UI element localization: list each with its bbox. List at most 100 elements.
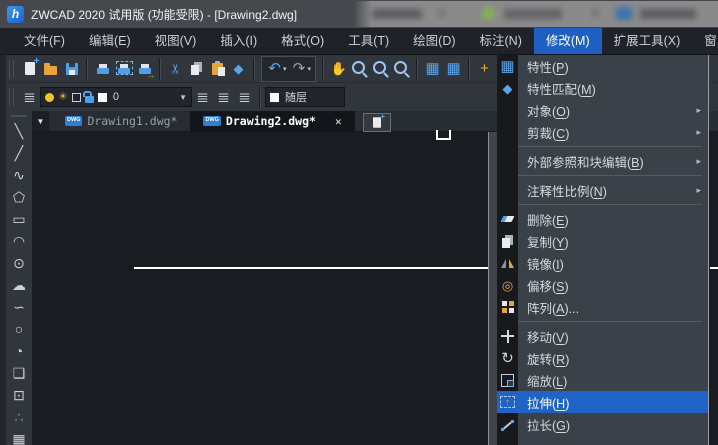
menu-item-mirror[interactable]: 镜像(I)	[497, 252, 708, 274]
partial-plus-button[interactable]: +	[474, 58, 495, 80]
cut-button[interactable]: ✂	[165, 58, 186, 80]
new-button[interactable]	[19, 58, 40, 80]
menu-separator	[497, 318, 708, 325]
menu-item-object[interactable]: 对象(O)▸	[497, 99, 708, 121]
layer-unlock-icon[interactable]	[85, 96, 94, 103]
toolbar-grip[interactable]	[11, 115, 27, 117]
point-tool-button[interactable]: ∴	[8, 406, 30, 428]
new-drawing-button[interactable]	[363, 113, 391, 132]
hatch-tool-button[interactable]: ▦	[8, 428, 30, 445]
make-block-tool-button[interactable]: ⊡	[8, 384, 30, 406]
blurred-mark	[438, 9, 445, 17]
color-combo[interactable]: 随层	[265, 87, 345, 107]
rectangle-tool-button[interactable]: ▭	[8, 208, 30, 230]
menu-item-erase[interactable]: 删除(E)	[497, 208, 708, 230]
toolbar-separator	[86, 58, 88, 80]
tab-list-button[interactable]: ▼	[32, 111, 49, 131]
polyline-tool-button[interactable]: ∿	[8, 164, 30, 186]
menu-item-match-properties[interactable]: ◆特性匹配(M)	[497, 77, 708, 99]
ellipse-arc-icon: ◔	[15, 344, 23, 358]
revcloud-tool-button[interactable]: ☁	[8, 274, 30, 296]
menubar-item-draw[interactable]: 绘图(D)	[401, 28, 467, 54]
array-icon	[502, 301, 507, 306]
tab-drawing2[interactable]: DWG Drawing2.dwg* ✕	[190, 111, 354, 131]
layer-plot-icon[interactable]	[72, 93, 81, 102]
properties-button[interactable]: ▦	[422, 58, 443, 80]
ellipse-tool-button[interactable]: ○	[8, 318, 30, 340]
paste-button[interactable]	[207, 58, 228, 80]
drawn-partial-rectangle[interactable]	[436, 130, 451, 140]
layer-states-icon[interactable]: ≣	[192, 86, 213, 108]
menu-item-stretch[interactable]: ↑拉伸(H)	[497, 391, 708, 413]
menubar-item-edit[interactable]: 编辑(E)	[77, 28, 143, 54]
spline-tool-button[interactable]: ∽	[8, 296, 30, 318]
layer-properties-icon[interactable]: ≣	[19, 86, 40, 108]
copy-button[interactable]	[186, 58, 207, 80]
zoom-window-icon	[373, 61, 386, 74]
stretch-icon: ↑	[497, 391, 518, 413]
menubar-item-insert[interactable]: 插入(I)	[208, 28, 269, 54]
pan-button[interactable]: ✋	[328, 58, 349, 80]
match-properties-button[interactable]: ◆	[228, 58, 249, 80]
layer-thaw-icon[interactable]: ☀	[58, 92, 68, 103]
menu-item-properties[interactable]: ▦特性(P)	[497, 55, 708, 77]
menu-item-copy[interactable]: 复制(Y)	[497, 230, 708, 252]
tab-label: Drawing1.dwg*	[87, 114, 177, 128]
menu-item-xref-block-edit[interactable]: 外部参照和块编辑(B)▸	[497, 150, 708, 172]
canvas-vertical-scrollbar[interactable]	[488, 132, 497, 445]
layer-manager-icon[interactable]: ≣	[213, 86, 234, 108]
menu-item-lengthen[interactable]: 拉长(G)	[497, 413, 708, 435]
menu-item-clip[interactable]: 剪裁(C)▸	[497, 121, 708, 143]
tab-label: Drawing2.dwg*	[226, 114, 316, 128]
menu-item-array[interactable]: 阵列(A)...	[497, 296, 708, 318]
redo-button[interactable]: ↷	[289, 58, 310, 80]
insert-block-tool-button[interactable]: ❏	[8, 362, 30, 384]
quick-calc-button[interactable]: ▦	[443, 58, 464, 80]
arc-icon: ◠	[13, 234, 25, 248]
print-preview-button[interactable]	[113, 58, 134, 80]
menubar-item-file[interactable]: 文件(F)	[12, 28, 77, 54]
menubar-item-view[interactable]: 视图(V)	[143, 28, 209, 54]
tab-drawing1[interactable]: DWG Drawing1.dwg*	[52, 111, 190, 131]
layer-isolate-icon[interactable]: ≣	[234, 86, 255, 108]
plot-button[interactable]	[134, 58, 155, 80]
undo-button[interactable]: ↶	[264, 58, 285, 80]
menubar-item-dimension[interactable]: 标注(N)	[468, 28, 534, 54]
layer-combo[interactable]: ☀ 0 ▼	[40, 87, 192, 107]
line-tool-button[interactable]: ╲	[8, 120, 30, 142]
print-button[interactable]	[92, 58, 113, 80]
circle-icon: ⊙	[13, 256, 25, 270]
menubar-item-tools[interactable]: 工具(T)	[336, 28, 401, 54]
menu-item-move[interactable]: 移动(V)	[497, 325, 708, 347]
menu-item-label: 复制(Y)	[518, 232, 708, 251]
menubar-item-express-tools[interactable]: 扩展工具(X)	[602, 28, 693, 54]
menu-separator	[497, 172, 708, 179]
redo-icon: ↷	[293, 61, 306, 76]
menubar-item-modify[interactable]: 修改(M)	[534, 28, 602, 54]
rotate-icon: ↻	[501, 351, 514, 366]
menubar-item-window[interactable]: 窗口(W)	[692, 28, 718, 54]
undo-icon: ↶	[268, 61, 281, 76]
layer-on-icon[interactable]	[45, 93, 54, 102]
zoom-realtime-button[interactable]	[349, 58, 370, 80]
ellipse-arc-tool-button[interactable]: ◔	[8, 340, 30, 362]
menu-item-annotative-scale[interactable]: 注释性比例(N)▸	[497, 179, 708, 201]
arc-tool-button[interactable]: ◠	[8, 230, 30, 252]
xline-tool-button[interactable]: ╱	[8, 142, 30, 164]
chevron-down-icon[interactable]: ▼	[173, 93, 187, 102]
close-tab-icon[interactable]: ✕	[335, 115, 342, 128]
toolbar-grip[interactable]	[9, 60, 14, 78]
menu-item-rotate[interactable]: ↻旋转(R)	[497, 347, 708, 369]
save-button[interactable]	[61, 58, 82, 80]
polygon-tool-button[interactable]: ⬠	[8, 186, 30, 208]
menubar-item-format[interactable]: 格式(O)	[269, 28, 336, 54]
zoom-window-button[interactable]	[370, 58, 391, 80]
menu-item-scale[interactable]: 缩放(L)	[497, 369, 708, 391]
menu-item-label: 阵列(A)...	[518, 298, 708, 317]
toolbar-grip[interactable]	[9, 88, 14, 106]
open-button[interactable]	[40, 58, 61, 80]
zoom-previous-button[interactable]	[391, 58, 412, 80]
menu-item-offset[interactable]: ◎偏移(S)	[497, 274, 708, 296]
circle-tool-button[interactable]: ⊙	[8, 252, 30, 274]
drawn-line[interactable]	[134, 267, 489, 269]
